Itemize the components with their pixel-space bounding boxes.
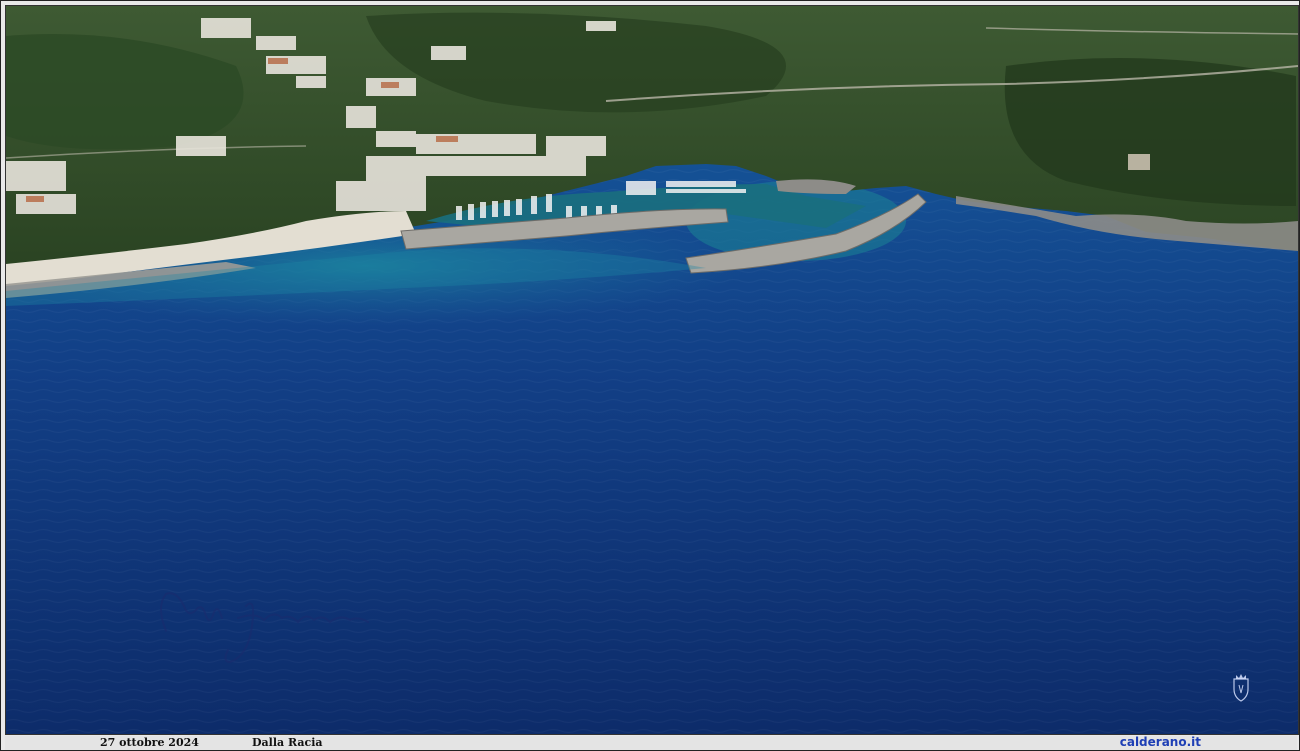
image-frame: 27 ottobre 2024 Dalla Racia calderano.it xyxy=(0,0,1300,751)
caption-place: Dalla Racia xyxy=(252,736,323,749)
site-link[interactable]: calderano.it xyxy=(1120,735,1201,749)
aerial-photo-scene xyxy=(6,6,1298,734)
caption-date: 27 ottobre 2024 xyxy=(100,736,199,749)
caption-bar: 27 ottobre 2024 Dalla Racia calderano.it xyxy=(5,735,1297,750)
aerial-photo xyxy=(5,5,1299,735)
